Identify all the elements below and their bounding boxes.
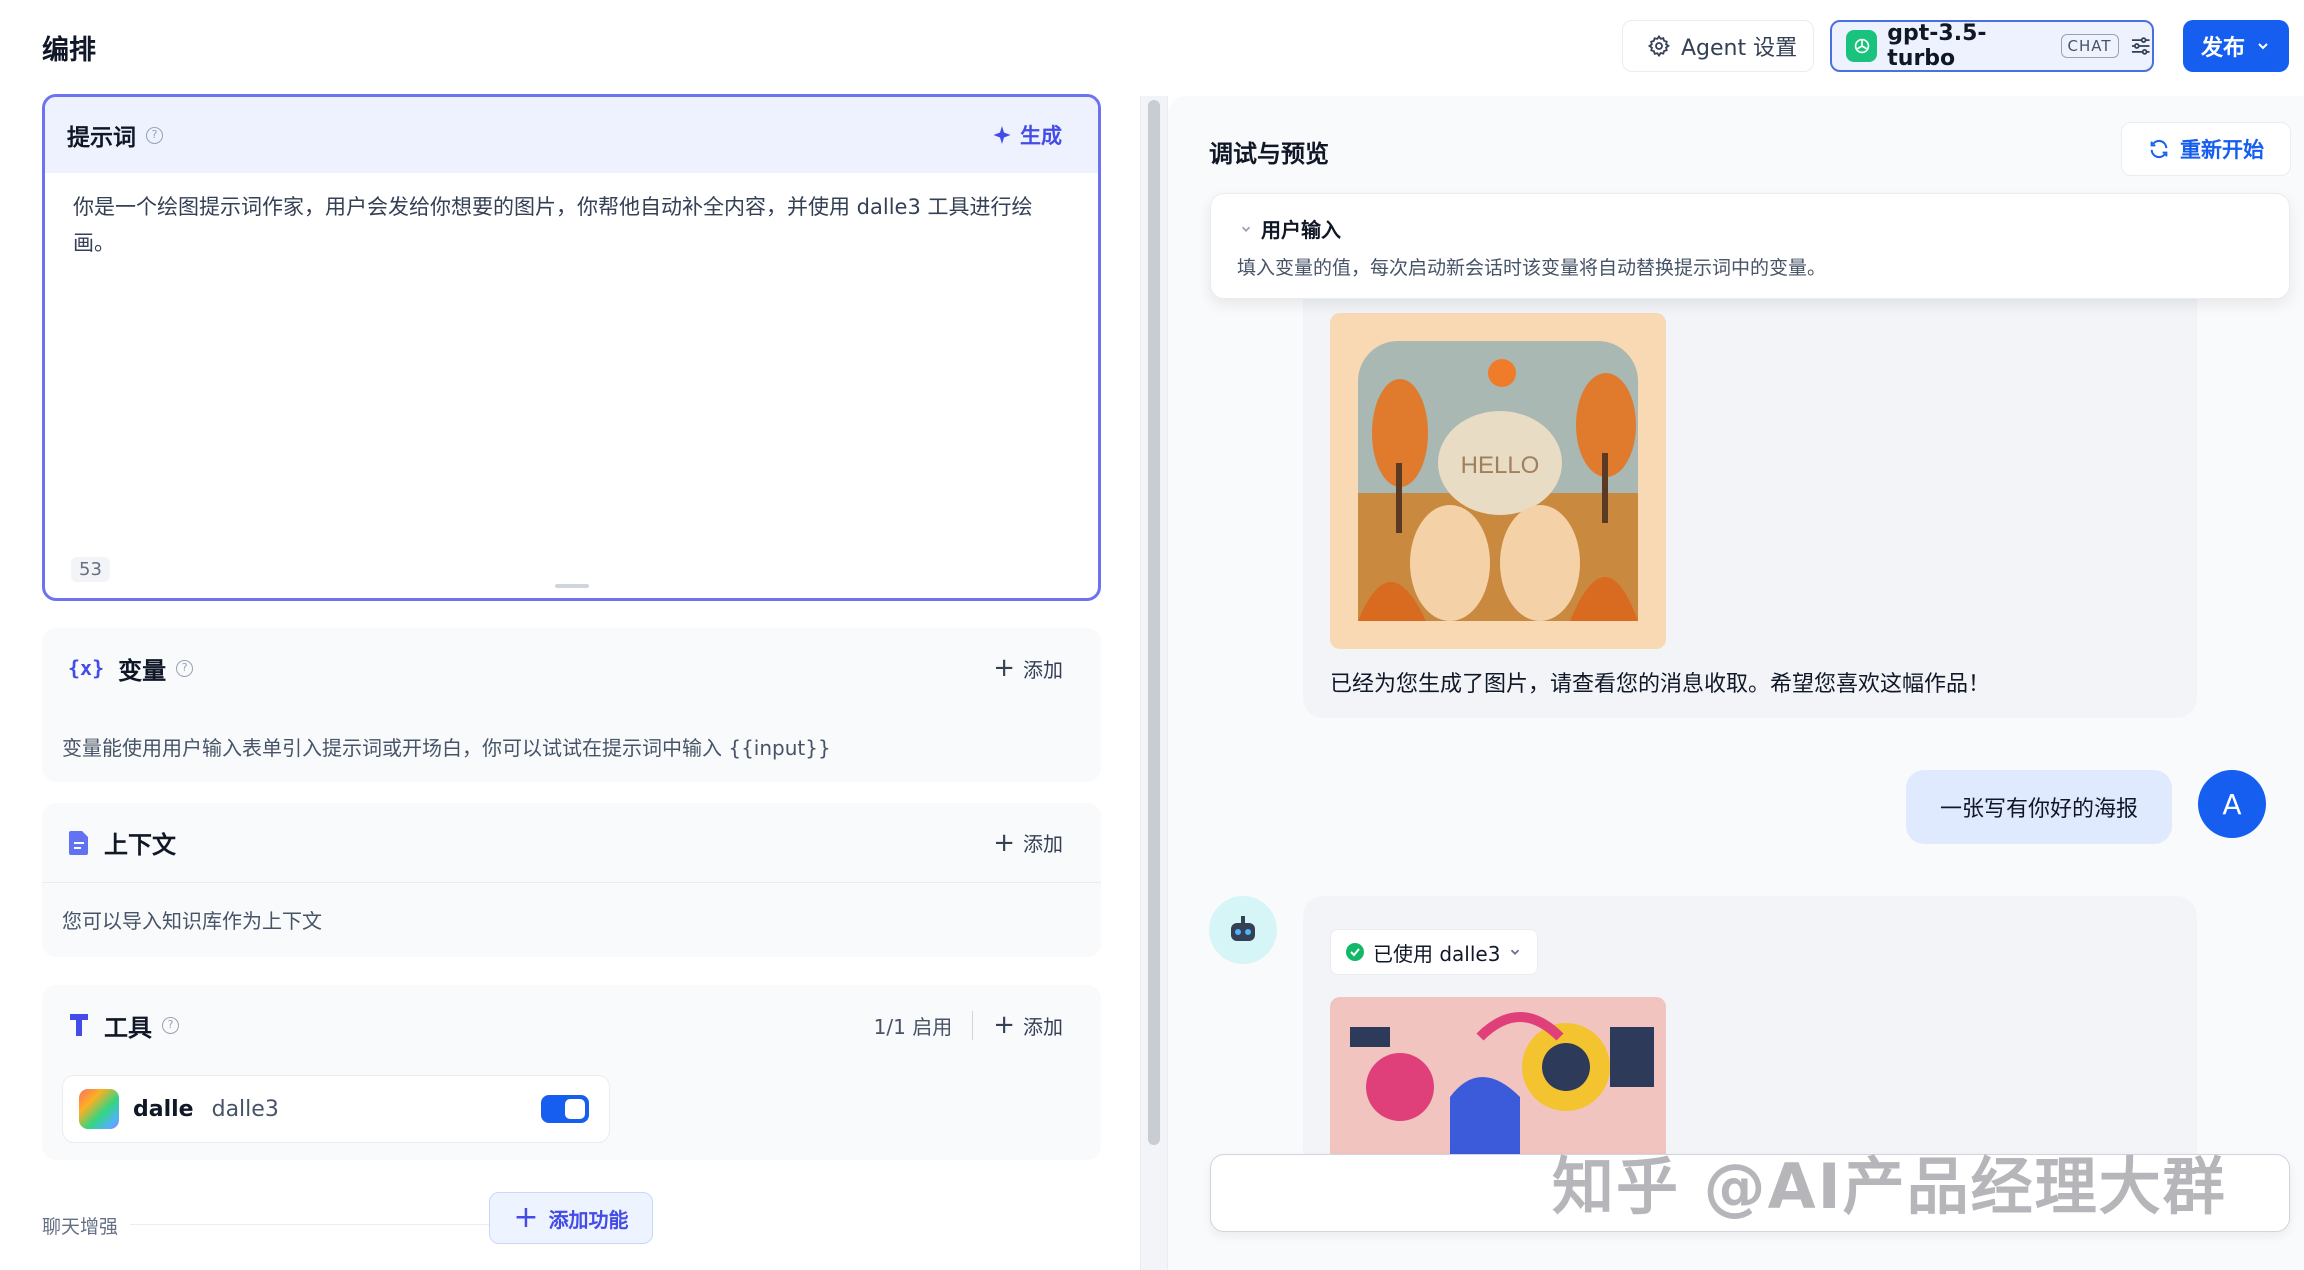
variables-section: {x} 变量 ? + 添加 变量能使用用户输入表单引入提示词或开场白，你可以试试… [42, 628, 1101, 782]
tool-enable-toggle[interactable] [541, 1095, 589, 1123]
prompt-panel: 提示词 ? 生成 你是一个绘图提示词作家，用户会发给你想要的图片，你帮他自动补全… [42, 94, 1101, 601]
help-icon[interactable]: ? [176, 659, 194, 677]
variables-title: 变量 [118, 656, 167, 685]
user-input-header[interactable]: 用户输入 [1239, 214, 1341, 243]
tool-used-chip[interactable]: 已使用 dalle3 [1330, 929, 1538, 975]
prompt-header: 提示词 ? 生成 [45, 97, 1098, 173]
tool-name: dalle3 [211, 1096, 279, 1122]
context-description: 您可以导入知识库作为上下文 [62, 909, 322, 933]
user-message: 一张写有你好的海报 [1906, 770, 2172, 844]
model-mode-badge: CHAT [2060, 34, 2119, 58]
publish-label: 发布 [2200, 36, 2245, 61]
generate-label: 生成 [1020, 124, 1062, 148]
generated-image[interactable]: HELLO [1330, 313, 1666, 649]
add-feature-button[interactable]: + 添加功能 [489, 1192, 653, 1244]
agent-settings-button[interactable]: Agent 设置 [1622, 20, 1814, 72]
chevron-down-icon [1511, 949, 1520, 955]
user-input-title: 用户输入 [1261, 218, 1341, 242]
document-icon [69, 830, 88, 855]
add-variable-button[interactable]: + 添加 [993, 654, 1063, 683]
chevron-down-icon [1241, 226, 1251, 232]
variables-description: 变量能使用用户输入表单引入提示词或开场白，你可以试试在提示词中输入 {{inpu… [62, 736, 831, 760]
watermark: 知乎 @AI产品经理大群 [1552, 1150, 2227, 1223]
check-circle-icon [1346, 943, 1364, 961]
user-input-panel: 用户输入 填入变量的值，每次启动新会话时该变量将自动替换提示词中的变量。 [1210, 193, 2290, 299]
restart-label: 重新开始 [2180, 138, 2264, 162]
add-tool-label: 添加 [1023, 1014, 1063, 1039]
char-count: 53 [71, 557, 110, 582]
image-text: HELLO [1461, 452, 1540, 479]
plus-icon: + [993, 827, 1015, 858]
add-context-label: 添加 [1023, 832, 1063, 856]
agent-settings-label: Agent 设置 [1681, 36, 1798, 61]
tools-section: 工具 ? 1/1 启用 + 添加 dalle dalle3 [42, 985, 1101, 1160]
prompt-label: 提示词 [67, 125, 136, 151]
user-input-description: 填入变量的值，每次启动新会话时该变量将自动替换提示词中的变量。 [1237, 257, 1827, 279]
chat-enhance-label: 聊天增强 [42, 1216, 119, 1238]
robot-icon [1231, 916, 1255, 941]
sliders-icon[interactable] [2129, 34, 2152, 58]
gear-icon [1647, 34, 1670, 58]
tools-icon [70, 1014, 88, 1036]
scrollbar-thumb[interactable] [1148, 100, 1160, 1145]
chevron-down-icon [2258, 43, 2268, 50]
dalle-logo-icon [79, 1089, 119, 1129]
plus-icon: + [993, 1010, 1015, 1040]
generate-button[interactable]: 生成 [992, 120, 1062, 150]
plus-icon: + [513, 1200, 539, 1235]
refresh-icon [2150, 139, 2168, 159]
preview-title: 调试与预览 [1209, 140, 1329, 168]
generated-image[interactable] [1330, 997, 1666, 1157]
bot-avatar [1209, 896, 1277, 964]
prompt-textarea[interactable]: 你是一个绘图提示词作家，用户会发给你想要的图片，你帮他自动补全内容，并使用 da… [73, 189, 1073, 261]
restart-button[interactable]: 重新开始 [2121, 122, 2291, 176]
tools-title: 工具 [104, 1013, 152, 1042]
tool-item-dalle3[interactable]: dalle dalle3 [62, 1075, 610, 1143]
divider [130, 1224, 490, 1225]
bot-message-text: 已经为您生成了图片，请查看您的消息收取。希望您喜欢这幅作品！ [1330, 672, 1991, 697]
page-title: 编排 [42, 35, 96, 66]
context-section: 上下文 + 添加 您可以导入知识库作为上下文 [42, 803, 1101, 957]
tool-provider: dalle [133, 1096, 194, 1122]
model-name: gpt-3.5-turbo [1887, 21, 1987, 71]
user-avatar: A [2198, 770, 2266, 838]
help-icon[interactable]: ? [162, 1016, 179, 1034]
resize-handle[interactable] [555, 584, 589, 588]
variable-icon: {x} [68, 656, 105, 680]
help-icon[interactable]: ? [146, 126, 163, 144]
context-title: 上下文 [104, 831, 176, 859]
publish-button[interactable]: 发布 [2183, 20, 2289, 72]
add-tool-button[interactable]: + 添加 [993, 1011, 1063, 1040]
sparkle-icon [993, 126, 1011, 144]
plus-icon: + [993, 653, 1015, 683]
openai-logo-icon [1846, 30, 1878, 62]
tools-enabled-count: 1/1 启用 [874, 1010, 974, 1040]
tool-used-label: 已使用 dalle3 [1373, 941, 1501, 966]
model-selector[interactable]: gpt-3.5-turbo CHAT [1830, 20, 2154, 72]
add-feature-label: 添加功能 [548, 1207, 629, 1232]
add-context-button[interactable]: + 添加 [993, 828, 1063, 857]
add-variable-label: 添加 [1023, 657, 1063, 682]
